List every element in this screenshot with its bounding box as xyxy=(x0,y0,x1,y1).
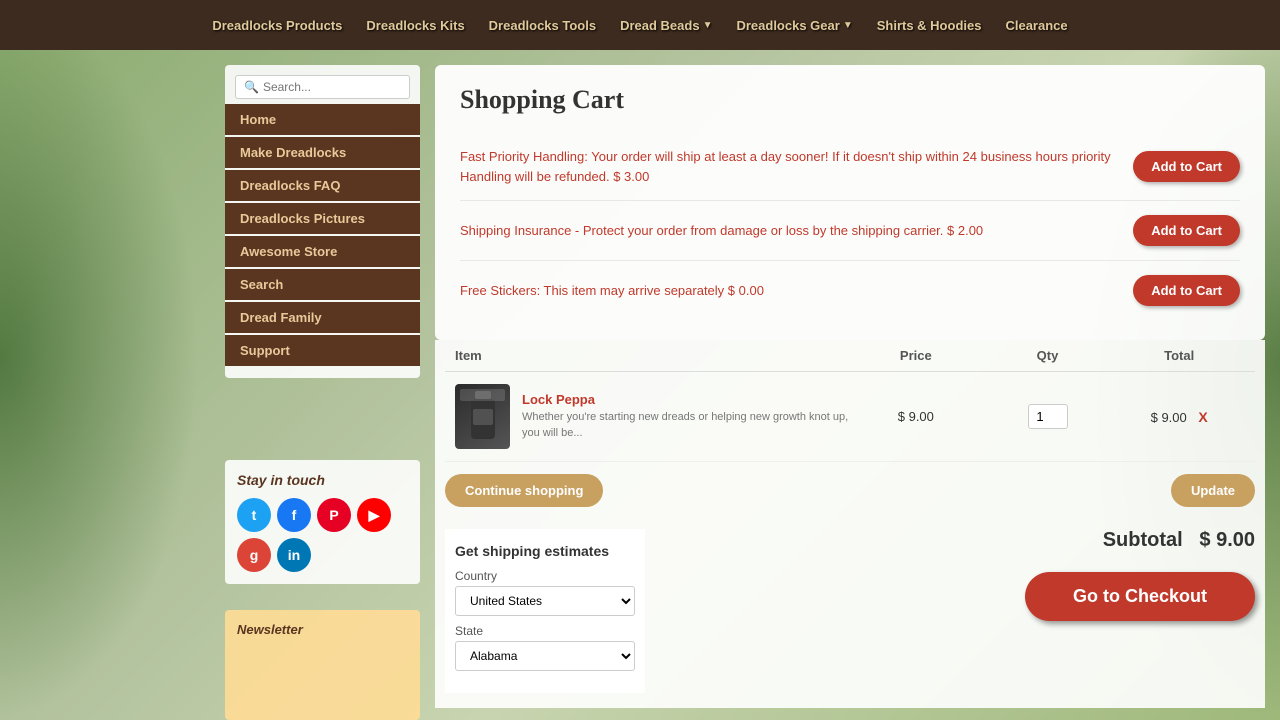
upsell-free-stickers: Free Stickers: This item may arrive sepa… xyxy=(460,261,1240,320)
nav-item-clearance[interactable]: Clearance xyxy=(1005,18,1067,33)
cart-item-qty: 1 xyxy=(982,404,1114,429)
social-icons-container: t f P ▶ g in xyxy=(237,498,408,572)
add-to-cart-free-stickers-button[interactable]: Add to Cart xyxy=(1133,275,1240,306)
header-qty: Qty xyxy=(982,348,1114,363)
country-label: Country xyxy=(455,569,635,583)
cart-table-header: Item Price Qty Total xyxy=(445,340,1255,372)
sidebar-item-support[interactable]: Support xyxy=(225,335,420,366)
upsell-shipping-insurance-text: Shipping Insurance - Protect your order … xyxy=(460,221,1118,241)
remove-item-button[interactable]: X xyxy=(1198,409,1207,425)
subtotal-label: Subtotal xyxy=(1103,529,1183,551)
sidebar-item-search[interactable]: Search xyxy=(225,269,420,300)
nav-item-gear[interactable]: Dreadlocks Gear ▼ xyxy=(736,18,852,33)
newsletter-title: Newsletter xyxy=(237,622,408,637)
shipping-estimates: Get shipping estimates Country United St… xyxy=(445,529,645,693)
subtotal-display: Subtotal $ 9.00 xyxy=(1103,529,1255,552)
upsell-fast-priority: Fast Priority Handling: Your order will … xyxy=(460,133,1240,201)
add-to-cart-fast-priority-button[interactable]: Add to Cart xyxy=(1133,151,1240,182)
top-navigation: Dreadlocks Products Dreadlocks Kits Drea… xyxy=(0,0,1280,50)
nav-item-kits[interactable]: Dreadlocks Kits xyxy=(366,18,464,33)
youtube-icon[interactable]: ▶ xyxy=(357,498,391,532)
subtotal-amount: $ 9.00 xyxy=(1199,529,1255,551)
sidebar-item-family[interactable]: Dread Family xyxy=(225,302,420,333)
newsletter-section: Newsletter xyxy=(225,610,420,720)
state-group: State Alabama xyxy=(455,624,635,671)
shipping-estimates-title: Get shipping estimates xyxy=(455,543,635,559)
search-box[interactable]: 🔍 xyxy=(235,75,410,99)
linkedin-icon[interactable]: in xyxy=(277,538,311,572)
cart-table-container: Item Price Qty Total Lock Peppa Whether xyxy=(435,340,1265,462)
pinterest-icon[interactable]: P xyxy=(317,498,351,532)
header-total: Total xyxy=(1113,348,1245,363)
cart-item-info: Lock Peppa Whether you're starting new d… xyxy=(455,384,850,449)
upsell-fast-priority-text: Fast Priority Handling: Your order will … xyxy=(460,147,1118,186)
nav-item-products[interactable]: Dreadlocks Products xyxy=(212,18,342,33)
product-name[interactable]: Lock Peppa xyxy=(522,392,850,407)
twitter-icon[interactable]: t xyxy=(237,498,271,532)
checkout-area: Subtotal $ 9.00 Go to Checkout xyxy=(1025,529,1255,621)
sidebar-item-pictures[interactable]: Dreadlocks Pictures xyxy=(225,203,420,234)
cart-actions: Continue shopping Update xyxy=(435,462,1265,519)
search-icon: 🔍 xyxy=(244,80,259,94)
sidebar-navigation: Home Make Dreadlocks Dreadlocks FAQ Drea… xyxy=(225,104,420,366)
upsell-free-stickers-text: Free Stickers: This item may arrive sepa… xyxy=(460,281,1118,301)
cart-item-price: $ 9.00 xyxy=(850,409,982,424)
table-row: Lock Peppa Whether you're starting new d… xyxy=(445,372,1255,462)
facebook-icon[interactable]: f xyxy=(277,498,311,532)
sidebar-item-store[interactable]: Awesome Store xyxy=(225,236,420,267)
sidebar-item-make-dreadlocks[interactable]: Make Dreadlocks xyxy=(225,137,420,168)
cart-title: Shopping Cart xyxy=(460,85,1240,115)
sidebar: 🔍 Home Make Dreadlocks Dreadlocks FAQ Dr… xyxy=(225,65,420,378)
product-description: Whether you're starting new dreads or he… xyxy=(522,410,850,441)
country-group: Country United States xyxy=(455,569,635,616)
cart-panel: Shopping Cart Fast Priority Handling: Yo… xyxy=(435,65,1265,340)
product-image xyxy=(455,384,510,449)
country-select[interactable]: United States xyxy=(455,586,635,616)
sidebar-item-faq[interactable]: Dreadlocks FAQ xyxy=(225,170,420,201)
sidebar-item-home[interactable]: Home xyxy=(225,104,420,135)
social-title: Stay in touch xyxy=(237,472,408,488)
nav-item-tools[interactable]: Dreadlocks Tools xyxy=(489,18,596,33)
continue-shopping-button[interactable]: Continue shopping xyxy=(445,474,603,507)
update-cart-button[interactable]: Update xyxy=(1171,474,1255,507)
nav-item-shirts[interactable]: Shirts & Hoodies xyxy=(877,18,982,33)
chevron-down-icon: ▼ xyxy=(703,20,713,31)
state-label: State xyxy=(455,624,635,638)
cart-item-details: Lock Peppa Whether you're starting new d… xyxy=(522,392,850,441)
palm-left-decoration xyxy=(0,0,200,720)
upsell-shipping-insurance: Shipping Insurance - Protect your order … xyxy=(460,201,1240,261)
main-content: Shopping Cart Fast Priority Handling: Yo… xyxy=(435,65,1265,710)
social-section: Stay in touch t f P ▶ g in xyxy=(225,460,420,584)
google-plus-icon[interactable]: g xyxy=(237,538,271,572)
nav-item-beads[interactable]: Dread Beads ▼ xyxy=(620,18,712,33)
header-item: Item xyxy=(455,348,850,363)
add-to-cart-shipping-insurance-button[interactable]: Add to Cart xyxy=(1133,215,1240,246)
checkout-button[interactable]: Go to Checkout xyxy=(1025,572,1255,621)
bottom-section: Get shipping estimates Country United St… xyxy=(435,519,1265,708)
state-select[interactable]: Alabama xyxy=(455,641,635,671)
quantity-input[interactable]: 1 xyxy=(1028,404,1068,429)
search-input[interactable] xyxy=(263,80,401,94)
chevron-down-icon: ▼ xyxy=(843,20,853,31)
cart-item-total: $ 9.00 X xyxy=(1113,409,1245,425)
header-price: Price xyxy=(850,348,982,363)
